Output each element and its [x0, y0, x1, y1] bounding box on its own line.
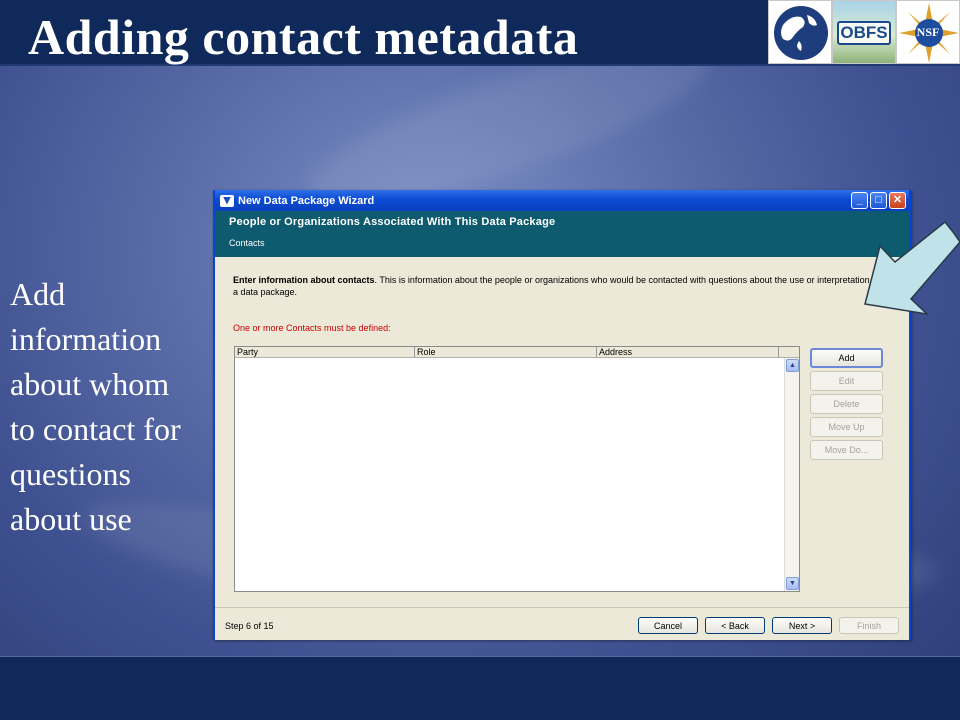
contacts-table[interactable]: Party Role Address ▲ ▼	[234, 346, 800, 592]
close-button[interactable]: ✕	[889, 192, 906, 209]
wizard-footer: Step 6 of 15 Cancel < Back Next > Finish	[215, 607, 909, 640]
body-line: to contact for	[10, 411, 181, 447]
window-title: New Data Package Wizard	[238, 194, 375, 207]
move-up-button[interactable]: Move Up	[810, 417, 883, 437]
delete-button[interactable]: Delete	[810, 394, 883, 414]
back-button[interactable]: < Back	[705, 617, 765, 634]
globe-logo	[768, 0, 832, 64]
wizard-header: People or Organizations Associated With …	[215, 211, 909, 257]
maximize-button[interactable]: □	[870, 192, 887, 209]
body-line: about use	[10, 501, 132, 537]
logo-strip: OBFS NSF	[768, 0, 960, 64]
slide-bottom-bar	[0, 656, 960, 720]
wizard-nav: Cancel < Back Next > Finish	[638, 617, 899, 634]
obfs-logo: OBFS	[832, 0, 896, 64]
required-note: One or more Contacts must be defined:	[233, 323, 391, 333]
slide-title: Adding contact metadata	[28, 9, 579, 65]
step-indicator: Step 6 of 15	[225, 621, 274, 631]
column-header-address[interactable]: Address	[597, 347, 779, 357]
scroll-down-arrow-icon[interactable]: ▼	[786, 577, 799, 590]
move-down-button[interactable]: Move Do...	[810, 440, 883, 460]
table-scrollbar[interactable]: ▲ ▼	[784, 358, 799, 591]
table-header: Party Role Address	[235, 347, 799, 358]
window-titlebar[interactable]: New Data Package Wizard _ □ ✕	[215, 190, 909, 211]
window-controls: _ □ ✕	[851, 192, 906, 209]
body-line: information	[10, 321, 162, 357]
app-icon	[220, 194, 234, 207]
minimize-button[interactable]: _	[851, 192, 868, 209]
table-actions: Add Edit Delete Move Up Move Do...	[810, 348, 883, 463]
next-button[interactable]: Next >	[772, 617, 832, 634]
body-line: questions	[10, 456, 131, 492]
body-line: Add	[10, 276, 66, 312]
scroll-up-arrow-icon[interactable]: ▲	[786, 359, 799, 372]
add-button[interactable]: Add	[810, 348, 883, 368]
slide-title-bar: Adding contact metadata OBFS NSF	[0, 0, 960, 66]
wizard-body: Enter information about contacts. This i…	[215, 257, 909, 607]
edit-button[interactable]: Edit	[810, 371, 883, 391]
finish-button[interactable]: Finish	[839, 617, 899, 634]
slide-body-text: Add information about whom to contact fo…	[10, 272, 220, 542]
wizard-window: New Data Package Wizard _ □ ✕ People or …	[213, 190, 911, 640]
nsf-logo-text: NSF	[916, 25, 940, 39]
column-header-role[interactable]: Role	[415, 347, 597, 357]
description-bold: Enter information about contacts	[233, 275, 375, 285]
contacts-description: Enter information about contacts. This i…	[233, 274, 883, 298]
wizard-header-subtitle: Contacts	[229, 238, 265, 248]
body-line: about whom	[10, 366, 170, 402]
callout-arrow-icon	[864, 220, 960, 316]
column-header-party[interactable]: Party	[235, 347, 415, 357]
cancel-button[interactable]: Cancel	[638, 617, 698, 634]
wizard-header-title: People or Organizations Associated With …	[229, 216, 556, 228]
nsf-logo: NSF	[896, 0, 960, 64]
obfs-logo-text: OBFS	[837, 21, 891, 45]
